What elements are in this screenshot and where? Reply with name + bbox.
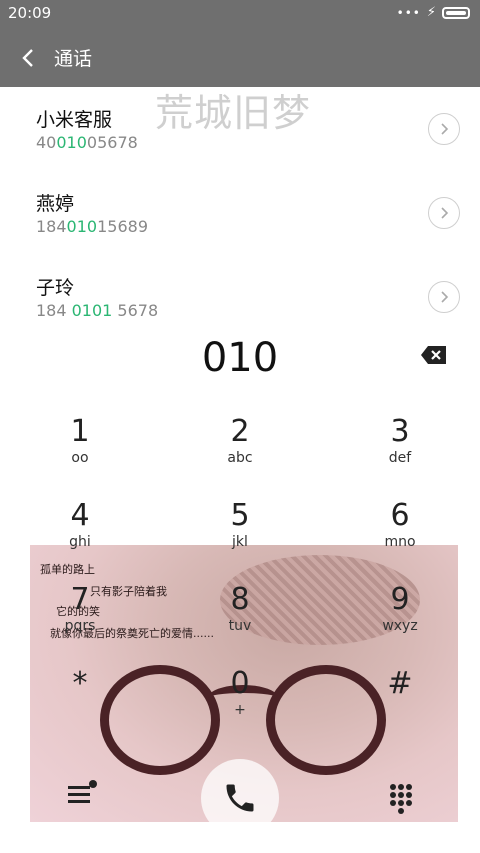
contact-name: 燕婷 [36,193,75,215]
charging-icon: ⚡ [426,5,436,20]
chevron-right-icon [441,291,449,303]
more-dots-icon: ••• [396,6,421,20]
key-4[interactable]: 4 ghi [0,483,160,567]
contact-name: 小米客服 [36,109,113,131]
dialpad-icon [390,784,412,814]
key-1[interactable]: 1 ᴏᴏ [0,399,160,483]
page-title: 通话 [54,48,93,70]
key-8[interactable]: 8 tuv [160,567,320,651]
voicemail-icon: ᴏᴏ [71,450,89,466]
key-9[interactable]: 9 wxyz [320,567,480,651]
contact-detail-button[interactable] [428,113,460,145]
backspace-button[interactable] [420,345,452,369]
dial-display: 010 [0,317,480,399]
key-0[interactable]: 0 + [160,651,320,735]
key-star[interactable]: * [0,651,160,735]
key-3[interactable]: 3 def [320,399,480,483]
status-time: 20:09 [8,4,52,22]
key-5[interactable]: 5 jkl [160,483,320,567]
contact-detail-button[interactable] [428,197,460,229]
status-bar: 20:09 ••• ⚡ [0,0,480,28]
dialer-bottom-bar [0,744,480,853]
call-button[interactable] [201,759,279,837]
title-bar: 通话 [0,28,480,87]
menu-button[interactable] [64,778,100,810]
status-icons: ••• ⚡ [397,6,470,20]
key-6[interactable]: 6 mno [320,483,480,567]
contact-number: 4001005678 [36,133,138,152]
dialpad-toggle-button[interactable] [386,782,416,816]
chevron-right-icon [441,207,449,219]
battery-icon [442,7,470,19]
phone-icon [226,784,254,812]
contact-number: 184 0101 5678 [36,301,159,317]
back-button[interactable] [12,42,44,74]
key-hash[interactable]: # [320,651,480,735]
dial-keypad: 1 ᴏᴏ 2 abc 3 def 4 ghi 5 jkl 6 mno 7 pqrs 8 tuv … [0,399,480,744]
backspace-icon [421,346,446,364]
key-2[interactable]: 2 abc [160,399,320,483]
chevron-left-icon [22,49,33,67]
dialed-number: 010 [201,335,279,381]
key-7[interactable]: 7 pqrs [0,567,160,651]
contact-detail-button[interactable] [428,281,460,313]
menu-icon [68,780,97,803]
list-item[interactable]: 燕婷 18401015689 [0,171,480,255]
watermark-text: 荒城旧梦 [155,91,312,135]
chevron-right-icon [441,123,449,135]
list-item[interactable]: 子玲 184 0101 5678 [0,255,480,317]
contact-name: 子玲 [36,277,75,299]
contact-number: 18401015689 [36,217,148,236]
